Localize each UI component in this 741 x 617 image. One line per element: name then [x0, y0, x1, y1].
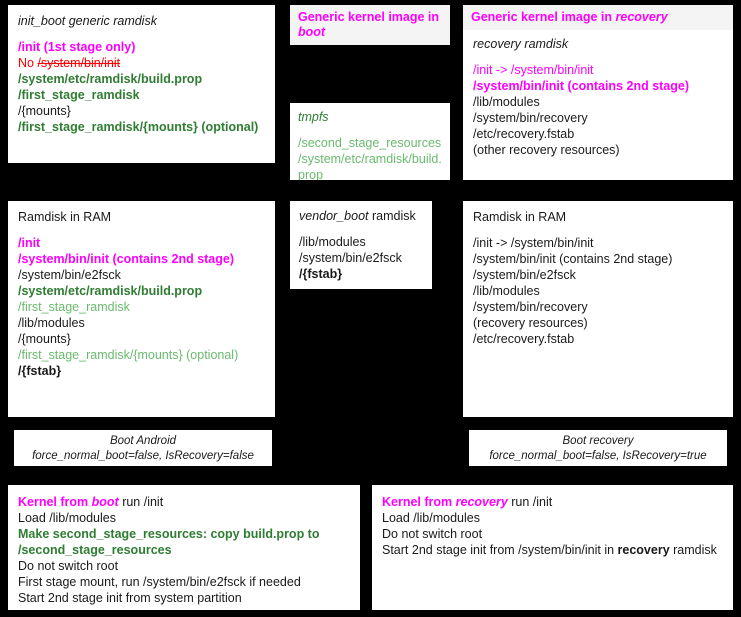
kernel-recovery-prefix: Kernel from — [382, 495, 456, 509]
diagram-canvas: init_boot generic ramdisk /init (1st sta… — [0, 0, 741, 617]
kernel-recovery-line-2: Load /lib/modules — [382, 511, 480, 525]
kernel-recovery-line-4: Start 2nd stage init from /system/bin/in… — [382, 542, 723, 558]
caption-boot-android-line1: Boot Android — [109, 435, 177, 447]
kernel-recovery-line-1: Kernel from recovery run /init — [382, 494, 723, 510]
gki-boot-header-partition: boot — [298, 25, 326, 39]
kernel-recovery-start-suffix: ramdisk — [669, 543, 717, 557]
vendor-boot-line-3: /{fstab} — [299, 267, 343, 281]
ramdisk-ram-recovery-line-5: /system/bin/recovery — [473, 300, 588, 314]
ramdisk-ram-boot-line-5: /first_stage_ramdisk — [18, 300, 130, 314]
ramdisk-ram-recovery-line-3: /system/bin/e2fsck — [473, 268, 576, 282]
ramdisk-ram-boot-line-9: /{fstab} — [18, 364, 62, 378]
gki-boot-header-prefix: Generic kernel image in — [298, 10, 440, 24]
caption-boot-recovery-line1: Boot recovery — [562, 435, 634, 447]
box-kernel-from-boot-flow: Kernel from boot run /init Load /lib/mod… — [8, 485, 360, 610]
ramdisk-ram-recovery-line-2: /system/bin/init (contains 2nd stage) — [473, 252, 673, 266]
gki-recovery-line-3: /lib/modules — [473, 95, 540, 109]
kernel-recovery-partition: recovery — [455, 495, 508, 509]
ramdisk-ram-boot-line-7: /{mounts} — [18, 332, 71, 346]
init-boot-title: init_boot generic ramdisk — [18, 14, 157, 28]
vendor-boot-line-1: /lib/modules — [299, 235, 366, 249]
box-tmpfs-second-stage-resources: tmpfs /second_stage_resources/system/etc… — [290, 103, 450, 180]
kernel-boot-line-4: Do not switch root — [18, 559, 119, 573]
gki-recovery-header-text: Generic kernel image in recovery — [463, 5, 733, 30]
recovery-ramdisk-title: recovery ramdisk — [473, 37, 569, 51]
kernel-boot-line-3: Make second_stage_resources: copy build.… — [18, 527, 323, 557]
box-ramdisk-in-ram-recovery: Ramdisk in RAM /init -> /system/bin/init… — [463, 201, 733, 417]
caption-boot-android: Boot Android force_normal_boot=false, Is… — [14, 430, 272, 466]
kernel-boot-suffix: run /init — [118, 495, 164, 509]
init-boot-line-6: /first_stage_ramdisk/{mounts} (optional) — [18, 120, 259, 134]
init-boot-line-1: /init (1st stage only) — [18, 40, 136, 54]
ramdisk-ram-recovery-line-4: /lib/modules — [473, 284, 540, 298]
box-gki-recovery: Generic kernel image in recovery recover… — [463, 5, 733, 180]
ramdisk-ram-boot-line-6: /lib/modules — [18, 316, 85, 330]
kernel-boot-line-5: First stage mount, run /system/bin/e2fsc… — [18, 575, 301, 589]
kernel-recovery-line-3: Do not switch root — [382, 527, 483, 541]
box-vendor-boot-ramdisk: vendor_boot ramdisk /lib/modules /system… — [290, 201, 432, 289]
kernel-boot-line-6: Start 2nd stage init from system partiti… — [18, 591, 242, 605]
gki-recovery-line-4: /system/bin/recovery — [473, 111, 588, 125]
gki-recovery-line-2: /system/bin/init (contains 2nd stage) — [473, 79, 690, 93]
kernel-boot-line-2: Load /lib/modules — [18, 511, 116, 525]
ramdisk-ram-boot-line-3: /system/bin/e2fsck — [18, 268, 121, 282]
ramdisk-ram-recovery-line-7: /etc/recovery.fstab — [473, 332, 575, 346]
ramdisk-ram-boot-line-1: /init — [18, 236, 41, 250]
caption-boot-android-line2: force_normal_boot=false, IsRecovery=fals… — [32, 450, 254, 462]
vendor-boot-line-2: /system/bin/e2fsck — [299, 251, 402, 265]
ramdisk-ram-recovery-line-6: (recovery resources) — [473, 316, 588, 330]
gki-recovery-line-5: /etc/recovery.fstab — [473, 127, 575, 141]
init-boot-line-2: No /system/bin/init — [18, 55, 265, 71]
caption-boot-recovery: Boot recovery force_normal_boot=false, I… — [469, 430, 727, 466]
caption-boot-recovery-line2: force_normal_boot=false, IsRecovery=true — [489, 450, 707, 462]
kernel-boot-prefix: Kernel from — [18, 495, 92, 509]
vendor-boot-partition: vendor_boot — [299, 209, 369, 223]
kernel-recovery-suffix: run /init — [507, 495, 553, 509]
tmpfs-build-prop-path: /second_stage_resources/system/etc/ramdi… — [298, 136, 442, 180]
box-init-boot-generic-ramdisk: init_boot generic ramdisk /init (1st sta… — [8, 5, 275, 163]
gki-recovery-header-partition: recovery — [615, 10, 668, 24]
ramdisk-ram-recovery-line-1: /init -> /system/bin/init — [473, 236, 594, 250]
tmpfs-title: tmpfs — [298, 110, 329, 124]
gki-boot-header-text: Generic kernel image in boot — [290, 5, 450, 45]
struck-system-bin-init: /system/bin/init — [37, 56, 121, 70]
kernel-recovery-start-prefix: Start 2nd stage init from /system/bin/in… — [382, 543, 618, 557]
box-ramdisk-in-ram-boot: Ramdisk in RAM /init /system/bin/init (c… — [8, 201, 275, 417]
gki-recovery-line-6: (other recovery resources) — [473, 143, 620, 157]
box-kernel-from-recovery-flow: Kernel from recovery run /init Load /lib… — [372, 485, 733, 610]
ramdisk-ram-boot-title: Ramdisk in RAM — [18, 210, 112, 224]
gki-recovery-line-1: /init -> /system/bin/init — [473, 63, 594, 77]
kernel-boot-partition: boot — [91, 495, 119, 509]
ramdisk-ram-boot-line-8: /first_stage_ramdisk/{mounts} (optional) — [18, 348, 239, 362]
init-boot-line-5: /{mounts} — [18, 104, 71, 118]
no-label: No — [18, 56, 38, 70]
kernel-boot-line-1: Kernel from boot run /init — [18, 494, 350, 510]
ramdisk-ram-recovery-title: Ramdisk in RAM — [473, 210, 567, 224]
init-boot-line-4: /first_stage_ramdisk — [18, 88, 140, 102]
kernel-recovery-ramdisk-emphasis: recovery — [617, 543, 670, 557]
ramdisk-ram-boot-line-2: /system/bin/init (contains 2nd stage) — [18, 252, 235, 266]
init-boot-line-3: /system/etc/ramdisk/build.prop — [18, 72, 203, 86]
vendor-boot-title-suffix: ramdisk — [368, 209, 416, 223]
ramdisk-ram-boot-line-4: /system/etc/ramdisk/build.prop — [18, 284, 203, 298]
vendor-boot-title: vendor_boot ramdisk — [299, 208, 423, 224]
box-gki-boot-header: Generic kernel image in boot — [290, 5, 450, 45]
gki-recovery-header-prefix: Generic kernel image in — [471, 10, 616, 24]
